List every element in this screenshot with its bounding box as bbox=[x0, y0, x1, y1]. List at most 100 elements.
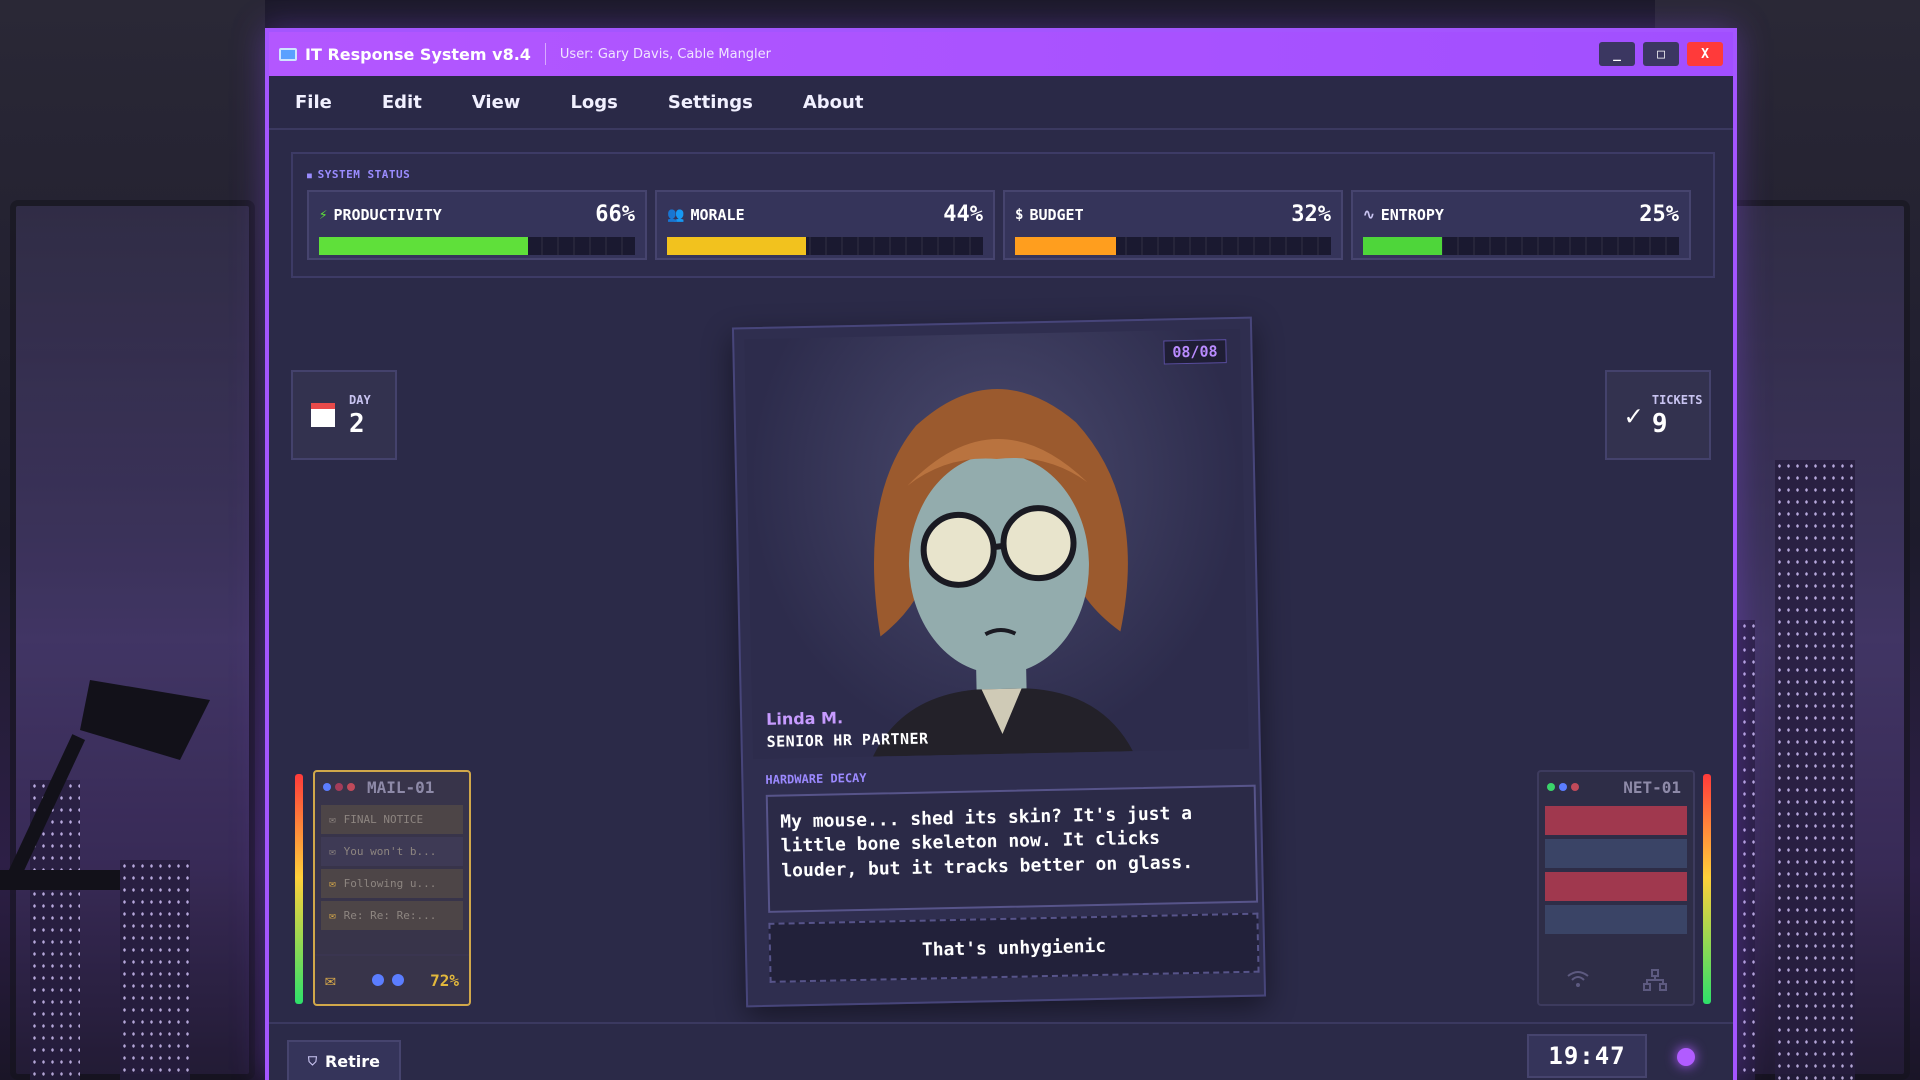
stat-bar bbox=[667, 237, 983, 255]
retire-button[interactable]: ⛉ Retire bbox=[287, 1040, 401, 1080]
menu-edit[interactable]: Edit bbox=[382, 92, 422, 113]
mail-widget-header: MAIL-01 bbox=[315, 772, 469, 802]
calendar-icon bbox=[311, 403, 335, 427]
network-icon[interactable] bbox=[1642, 969, 1667, 996]
mail-widget-title: MAIL-01 bbox=[367, 777, 435, 797]
issue-text: My mouse... shed its skin? It's just a l… bbox=[765, 784, 1259, 913]
menu-file[interactable]: File bbox=[295, 92, 332, 113]
dollar-icon: $ bbox=[1015, 206, 1024, 223]
stat-label: BUDGET bbox=[1029, 205, 1084, 224]
right-gauge bbox=[1703, 774, 1711, 1004]
stat-value: 32% bbox=[1291, 202, 1331, 227]
left-gauge bbox=[295, 774, 303, 1004]
net-widget-header: NET-01 bbox=[1539, 772, 1693, 802]
mail-item[interactable]: ✉ FINAL NOTICE bbox=[321, 805, 463, 834]
mail-subject: FINAL NOTICE bbox=[343, 813, 424, 826]
character-portrait-image bbox=[872, 389, 1133, 757]
day-counter: DAY 2 bbox=[291, 370, 397, 460]
stat-morale: 👥 MORALE 44% bbox=[655, 190, 995, 260]
net-row bbox=[1545, 806, 1687, 835]
retire-label: Retire bbox=[324, 1051, 381, 1071]
window-controls: _ □ X bbox=[1599, 42, 1723, 66]
character-card: 08/08 Linda M. SENIOR HR PARTNER HARDWAR… bbox=[731, 316, 1267, 1008]
status-dot bbox=[391, 974, 404, 986]
wifi-icon[interactable] bbox=[1566, 969, 1590, 996]
menu-bar: File Edit View Logs Settings About bbox=[269, 76, 1733, 130]
mail-widget: MAIL-01 ✉ FINAL NOTICE ✉ You won't b... ✉ F… bbox=[313, 770, 471, 1006]
stat-bar-fill bbox=[667, 237, 807, 255]
mail-subject: Following u... bbox=[343, 877, 437, 890]
character-portrait: 08/08 Linda M. SENIOR HR PARTNER bbox=[744, 328, 1249, 760]
net-widget-title: NET-01 bbox=[1623, 777, 1681, 797]
tickets-label: TICKETS bbox=[1651, 393, 1703, 407]
desk-lamp-icon bbox=[0, 680, 210, 890]
status-dot bbox=[347, 783, 355, 791]
bottom-bar: ⛉ Retire 19:47 bbox=[269, 1022, 1733, 1080]
minimize-button[interactable]: _ bbox=[1599, 42, 1635, 66]
net-widget: NET-01 bbox=[1537, 770, 1695, 1006]
status-title: SYSTEM STATUS bbox=[307, 168, 410, 181]
stat-budget: $ BUDGET 32% bbox=[1003, 190, 1343, 260]
character-name: Linda M. bbox=[765, 708, 844, 729]
stat-bar-fill bbox=[1015, 237, 1117, 255]
status-indicator bbox=[1677, 1048, 1695, 1066]
mail-item[interactable]: ✉ Following u... bbox=[321, 869, 463, 898]
maximize-button[interactable]: □ bbox=[1643, 42, 1679, 66]
title-separator bbox=[544, 43, 546, 65]
mail-item[interactable]: ✉ You won't b... bbox=[321, 837, 463, 866]
net-row bbox=[1545, 839, 1687, 868]
stat-bar-fill bbox=[1363, 237, 1442, 255]
issue-category: HARDWARE DECAY bbox=[765, 770, 867, 787]
stat-bar-fill bbox=[319, 237, 528, 255]
day-label: DAY bbox=[349, 393, 371, 407]
app-window: IT Response System v8.4 User: Gary Davis… bbox=[265, 28, 1737, 1080]
mail-widget-footer: ✉ 72% bbox=[315, 954, 469, 1004]
stat-value: 66% bbox=[595, 202, 635, 227]
net-widget-footer bbox=[1539, 969, 1693, 996]
shield-icon: ⛉ bbox=[307, 1053, 317, 1068]
pulse-icon: ∿ bbox=[1363, 206, 1375, 223]
mail-percent: 72% bbox=[430, 970, 459, 990]
menu-view[interactable]: View bbox=[472, 92, 521, 113]
net-row bbox=[1545, 872, 1687, 901]
monitor-icon bbox=[279, 47, 297, 61]
status-dot bbox=[335, 783, 343, 791]
card-counter: 08/08 bbox=[1163, 339, 1227, 365]
character-role: SENIOR HR PARTNER bbox=[766, 729, 929, 751]
stat-bar bbox=[319, 237, 635, 255]
menu-settings[interactable]: Settings bbox=[668, 92, 753, 113]
net-row bbox=[1545, 905, 1687, 934]
stat-label: PRODUCTIVITY bbox=[333, 205, 442, 224]
reply-button[interactable]: That's unhygienic bbox=[768, 912, 1260, 983]
background-left bbox=[0, 0, 265, 1080]
lightning-icon: ⚡ bbox=[319, 206, 328, 223]
status-dot bbox=[1547, 783, 1555, 791]
stat-productivity: ⚡ PRODUCTIVITY 66% bbox=[307, 190, 647, 260]
stat-entropy: ∿ ENTROPY 25% bbox=[1351, 190, 1691, 260]
day-value: 2 bbox=[349, 409, 365, 439]
close-button[interactable]: X bbox=[1687, 42, 1723, 66]
menu-about[interactable]: About bbox=[803, 92, 864, 113]
title-bar: IT Response System v8.4 User: Gary Davis… bbox=[269, 32, 1733, 76]
app-title: IT Response System v8.4 bbox=[305, 44, 531, 64]
envelope-icon[interactable]: ✉ bbox=[325, 970, 336, 991]
stat-value: 44% bbox=[943, 202, 983, 227]
envelope-icon: ✉ bbox=[329, 909, 336, 922]
stat-label: MORALE bbox=[690, 205, 745, 224]
mail-item[interactable]: ✉ Re: Re: Re:... bbox=[321, 901, 463, 930]
stat-value: 25% bbox=[1639, 202, 1679, 227]
tickets-counter: ✓ TICKETS 9 bbox=[1605, 370, 1711, 460]
user-label: User: Gary Davis, Cable Mangler bbox=[559, 46, 772, 62]
city-building bbox=[1775, 460, 1855, 1080]
mail-subject: Re: Re: Re:... bbox=[343, 909, 437, 922]
envelope-icon: ✉ bbox=[329, 845, 336, 858]
status-dot bbox=[371, 974, 384, 986]
status-dot bbox=[323, 783, 331, 791]
status-dot bbox=[1559, 783, 1567, 791]
clock: 19:47 bbox=[1527, 1034, 1647, 1078]
menu-logs[interactable]: Logs bbox=[570, 92, 617, 113]
system-status-panel: SYSTEM STATUS ⚡ PRODUCTIVITY 66% 👥 MORALE … bbox=[291, 152, 1715, 278]
stat-bar bbox=[1363, 237, 1679, 255]
envelope-icon: ✉ bbox=[329, 813, 336, 826]
tickets-value: 9 bbox=[1651, 409, 1668, 439]
